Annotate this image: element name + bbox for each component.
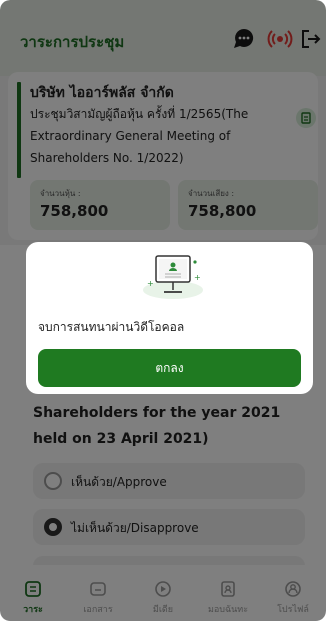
svg-text:+: +: [147, 279, 154, 288]
svg-text:+: +: [194, 273, 201, 282]
dialog-message: จบการสนทนาผ่านวิดีโอคอล: [38, 320, 185, 334]
ok-button[interactable]: ตกลง: [38, 349, 301, 387]
call-ended-dialog: + + จบการสนทนาผ่านวิดีโอคอล ตกลง: [26, 242, 313, 394]
video-call-monitor-icon: + +: [143, 255, 203, 299]
app-screen: วาระการประชุม บริษัท ไออาร์พลัส จำกัด ปร…: [0, 0, 326, 621]
